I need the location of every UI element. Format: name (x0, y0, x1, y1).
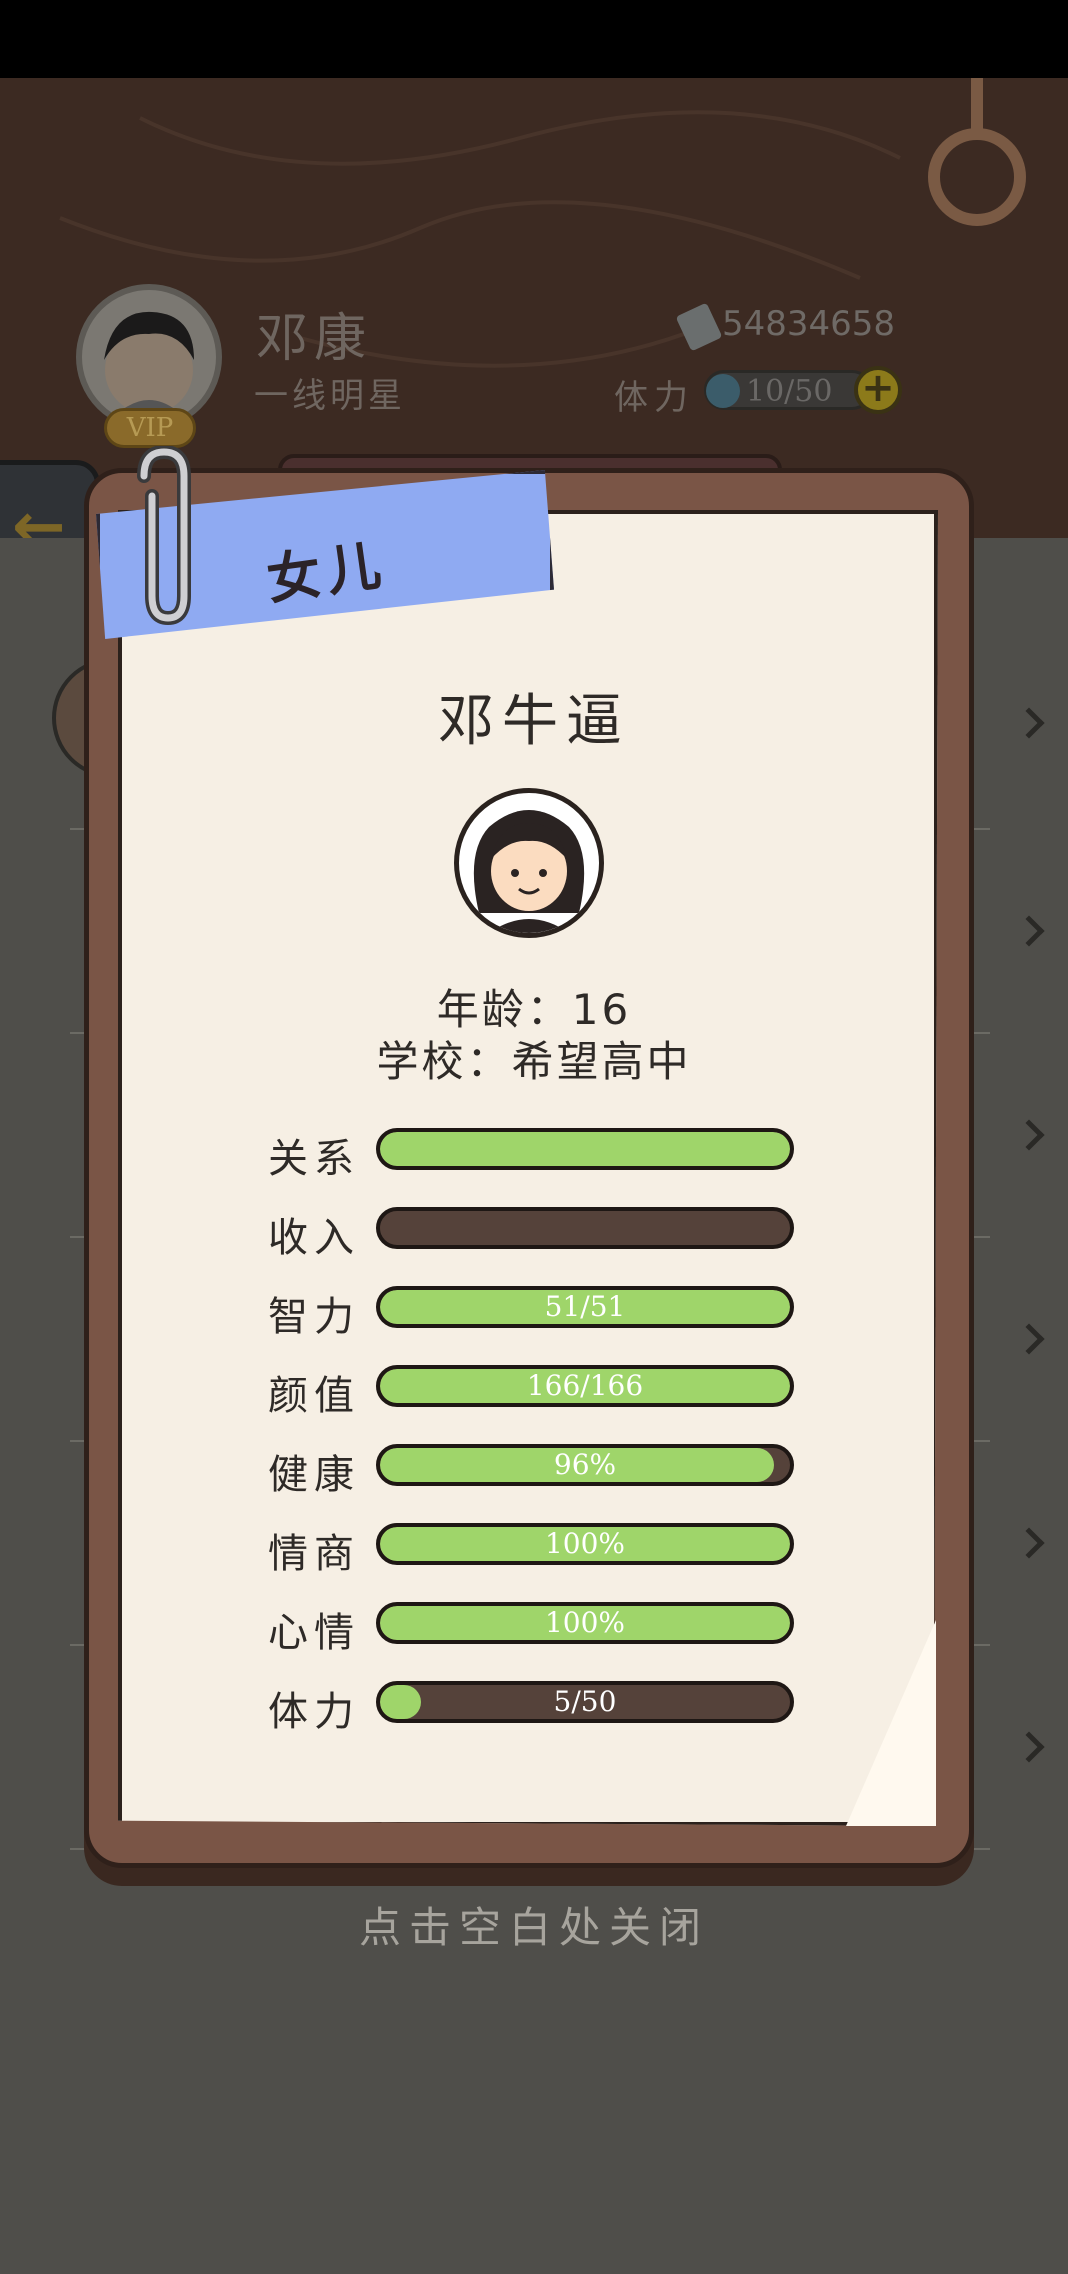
status-bar (0, 0, 1068, 78)
chevron-right-icon (1013, 1527, 1045, 1559)
stat-label: 颜值 (268, 1373, 360, 1419)
stat-bar (376, 1128, 794, 1170)
chevron-right-icon (1013, 915, 1045, 947)
stat-label: 健康 (268, 1452, 360, 1498)
stat-label: 体力 (268, 1689, 360, 1735)
pull-ring-icon[interactable] (928, 128, 1026, 226)
stat-value: 51/51 (544, 1290, 626, 1323)
child-avatar (454, 788, 604, 938)
stamina-label: 体力 (614, 378, 694, 418)
add-stamina-button[interactable]: + (854, 366, 902, 414)
stamina-value: 10/50 (746, 374, 833, 409)
stat-bar: 100% (376, 1523, 794, 1565)
stat-bar: 5/50 (376, 1681, 794, 1723)
stamina-icon (706, 374, 740, 408)
stat-bar: 166/166 (376, 1365, 794, 1407)
stat-value (380, 1211, 790, 1245)
player-title: 一线明星 (254, 376, 406, 416)
chevron-right-icon (1013, 1119, 1045, 1151)
stat-label: 收入 (268, 1215, 360, 1261)
paperclip-icon (137, 446, 191, 626)
stat-label: 心情 (268, 1610, 360, 1656)
child-name: 邓牛逼 (438, 689, 630, 754)
stat-label: 情商 (268, 1531, 360, 1577)
dialog-title: 女儿 (262, 532, 391, 612)
vip-badge: VIP (104, 408, 196, 448)
stat-bar: 100% (376, 1602, 794, 1644)
chevron-right-icon (1013, 1323, 1045, 1355)
close-hint[interactable]: 点击空白处关闭 (0, 1894, 1068, 1955)
chevron-right-icon (1013, 1731, 1045, 1763)
stat-value: 100% (544, 1527, 626, 1560)
stat-value: 166/166 (526, 1369, 644, 1402)
ring-cord (971, 78, 983, 134)
stat-value (380, 1132, 790, 1166)
player-name: 邓康 (256, 309, 373, 369)
stat-bar: 51/51 (376, 1286, 794, 1328)
money-value: 54834658 (722, 304, 896, 344)
stat-value: 96% (553, 1448, 617, 1481)
stat-value: 100% (544, 1606, 626, 1639)
stat-bar (376, 1207, 794, 1249)
stat-bar: 96% (376, 1444, 794, 1486)
child-school: 学校：希望高中 (376, 1037, 692, 1086)
stat-value: 5/50 (553, 1685, 617, 1718)
stat-label: 智力 (268, 1294, 360, 1340)
stat-label: 关系 (268, 1136, 360, 1182)
